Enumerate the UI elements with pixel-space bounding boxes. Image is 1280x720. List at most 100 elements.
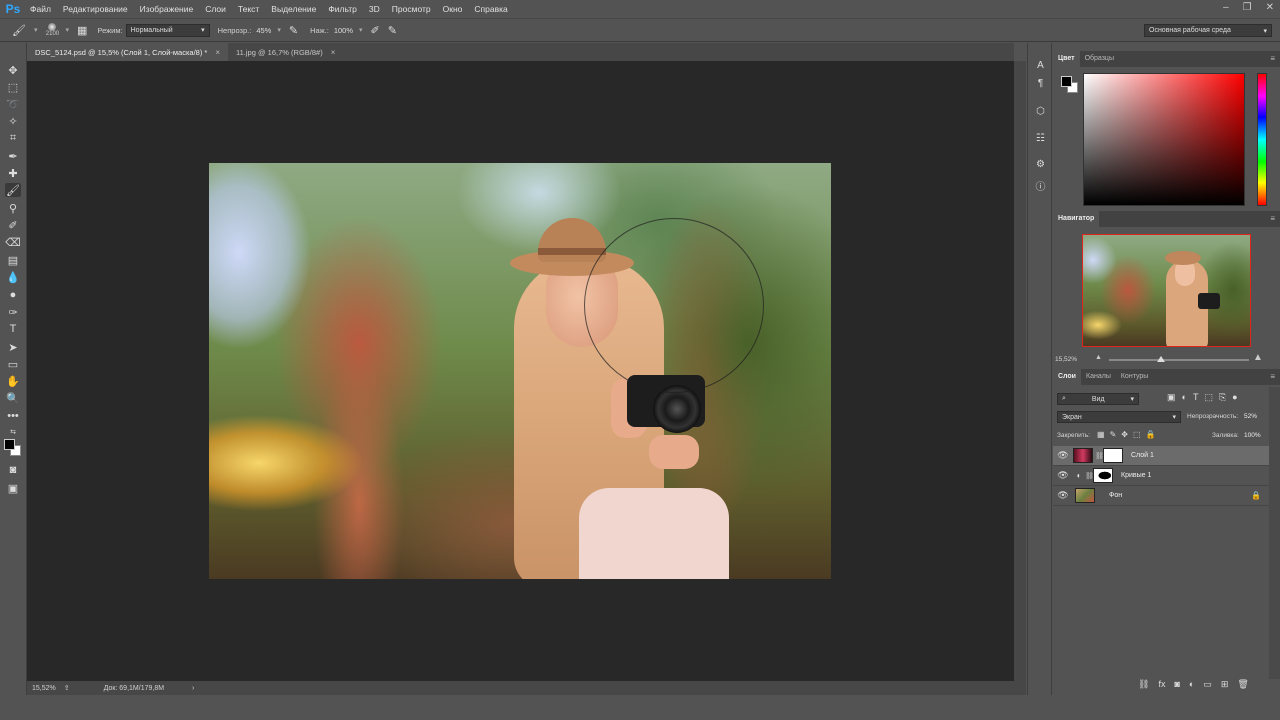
layer-name[interactable]: Слой 1 (1131, 452, 1154, 459)
minimize-button[interactable]: – (1223, 0, 1229, 16)
quick-mask-icon[interactable]: ◙ (5, 463, 21, 477)
rectangle-tool-icon[interactable]: ▭ (5, 357, 21, 371)
document-image[interactable] (209, 163, 831, 579)
dodge-tool-icon[interactable]: ● (5, 288, 21, 302)
clone-stamp-tool-icon[interactable]: ⚲ (5, 201, 21, 215)
menu-select[interactable]: Выделение (265, 0, 322, 18)
lock-transparent-icon[interactable]: ▦ (1097, 430, 1105, 439)
eye-icon[interactable]: 👁 (1053, 490, 1073, 501)
brush-panel-icon[interactable]: ▦ (77, 24, 87, 37)
lock-pixels-icon[interactable]: ✎ (1110, 430, 1117, 439)
crop-tool-icon[interactable]: ⌗ (5, 131, 21, 145)
more-tools-icon[interactable]: ••• (5, 409, 21, 423)
layers-scrollbar[interactable] (1269, 387, 1280, 679)
properties-panel-icon[interactable]: ⚙ (1034, 158, 1047, 171)
eye-icon[interactable]: 👁 (1053, 450, 1073, 461)
tab-channels[interactable]: Каналы (1081, 369, 1116, 385)
navigator-zoom-slider[interactable] (1109, 359, 1249, 361)
chevron-down-icon[interactable]: ▾ (277, 26, 281, 34)
lock-position-icon[interactable]: ✥ (1121, 430, 1128, 439)
foreground-color-swatch[interactable] (4, 439, 15, 450)
chevron-down-icon[interactable]: ▾ (65, 26, 69, 34)
gradient-tool-icon[interactable]: ▤ (5, 253, 21, 267)
zoom-in-icon[interactable]: ▲ (1253, 352, 1263, 363)
hand-tool-icon[interactable]: ✋ (5, 374, 21, 388)
brush-tool-icon[interactable]: 🖌 (5, 183, 21, 197)
foreground-color-swatch[interactable] (1061, 76, 1072, 87)
chevron-down-icon[interactable]: ▾ (34, 26, 38, 34)
brush-preset-picker[interactable]: 2100 (43, 20, 61, 40)
menu-file[interactable]: Файл (24, 0, 57, 18)
move-tool-icon[interactable]: ✥ (5, 63, 21, 77)
delete-layer-icon[interactable]: 🗑 (1237, 679, 1248, 690)
menu-layers[interactable]: Слои (199, 0, 232, 18)
canvas-area[interactable] (27, 61, 1014, 681)
mode-select[interactable]: Нормальный ▾ (125, 23, 210, 37)
marquee-tool-icon[interactable]: ⬚ (5, 80, 21, 94)
new-layer-icon[interactable]: ⊞ (1221, 679, 1229, 690)
layer-mask-thumbnail[interactable] (1103, 448, 1123, 463)
3d-panel-icon[interactable]: ⬡ (1034, 105, 1047, 118)
zoom-level[interactable]: 15,52% (32, 685, 56, 692)
blur-tool-icon[interactable]: 💧 (5, 270, 21, 284)
airbrush-icon[interactable]: ✐ (371, 24, 380, 37)
layer-row[interactable]: 👁 ◐ ⛓ Кривые 1 (1053, 466, 1269, 486)
tab-swatches[interactable]: Образцы (1080, 51, 1119, 67)
swap-colors-icon[interactable]: ⇆ (5, 425, 21, 439)
tab-paths[interactable]: Контуры (1116, 369, 1153, 385)
chain-icon[interactable]: ⛓ (1095, 452, 1104, 460)
menu-edit[interactable]: Редактирование (57, 0, 134, 18)
chain-icon[interactable]: ⛓ (1085, 472, 1094, 480)
blend-mode-select[interactable]: Экран ▾ (1057, 411, 1181, 423)
screen-mode-icon[interactable]: ▣ (5, 481, 21, 495)
layer-name[interactable]: Фон (1109, 492, 1122, 499)
layer-mask-thumbnail[interactable] (1093, 468, 1113, 483)
type-filter-icon[interactable]: T (1193, 392, 1199, 403)
menu-3d[interactable]: 3D (363, 0, 386, 18)
pressure-size-icon[interactable]: ✎ (388, 24, 397, 37)
navigator-thumbnail[interactable] (1082, 234, 1251, 347)
layer-row[interactable]: 👁 ⛓ Слой 1 (1053, 446, 1269, 466)
layer-filter-select[interactable]: ⌕ Вид ▾ (1057, 393, 1139, 405)
link-layers-icon[interactable]: ⛓ (1138, 679, 1149, 690)
brush-tool-icon[interactable]: 🖌 (12, 24, 26, 37)
lasso-tool-icon[interactable]: ➰ (5, 97, 21, 111)
canvas-scrollbar[interactable] (1014, 61, 1026, 681)
character-panel-icon[interactable]: A (1034, 59, 1047, 72)
layer-style-icon[interactable]: fx (1158, 679, 1165, 690)
layer-opacity-input[interactable]: 52% (1244, 413, 1257, 420)
panel-menu-icon[interactable]: ≡ (1270, 214, 1275, 223)
smart-object-filter-icon[interactable]: ⎘ (1219, 392, 1226, 403)
lock-all-icon[interactable]: 🔒 (1146, 430, 1156, 439)
type-tool-icon[interactable]: T (5, 322, 21, 336)
navigator-zoom-value[interactable]: 15,52% (1055, 356, 1077, 363)
menu-image[interactable]: Изображение (134, 0, 200, 18)
zoom-tool-icon[interactable]: 🔍 (5, 391, 21, 405)
opacity-input[interactable]: 45% (256, 26, 271, 35)
info-panel-icon[interactable]: ⓘ (1034, 179, 1047, 193)
layer-row[interactable]: 👁 Фон 🔒 (1053, 486, 1269, 506)
filter-toggle-icon[interactable]: ● (1232, 392, 1237, 403)
history-brush-tool-icon[interactable]: ✐ (5, 218, 21, 232)
pressure-opacity-icon[interactable]: ✎ (289, 24, 298, 37)
path-select-tool-icon[interactable]: ➤ (5, 340, 21, 354)
panel-menu-icon[interactable]: ≡ (1270, 54, 1275, 63)
restore-button[interactable]: ❐ (1243, 0, 1252, 16)
menu-type[interactable]: Текст (232, 0, 265, 18)
close-icon[interactable]: × (331, 48, 336, 57)
tab-navigator[interactable]: Навигатор (1053, 211, 1100, 227)
paragraph-panel-icon[interactable]: ¶ (1034, 77, 1047, 90)
adjustment-filter-icon[interactable]: ◐ (1182, 392, 1187, 403)
quick-select-tool-icon[interactable]: ✧ (5, 114, 21, 128)
tab-layers[interactable]: Слои (1053, 369, 1081, 385)
color-picker-field[interactable] (1083, 73, 1245, 206)
add-mask-icon[interactable]: ◙ (1174, 679, 1179, 690)
eye-icon[interactable]: 👁 (1053, 470, 1073, 481)
tab-11-jpg[interactable]: 11.jpg @ 16,7% (RGB/8#) × (228, 43, 343, 61)
panel-menu-icon[interactable]: ≡ (1270, 372, 1275, 381)
menu-window[interactable]: Окно (437, 0, 469, 18)
eraser-tool-icon[interactable]: ⌫ (5, 235, 21, 249)
shape-filter-icon[interactable]: ⬚ (1204, 392, 1213, 403)
close-button[interactable]: ✕ (1266, 0, 1274, 16)
menu-filter[interactable]: Фильтр (322, 0, 363, 18)
